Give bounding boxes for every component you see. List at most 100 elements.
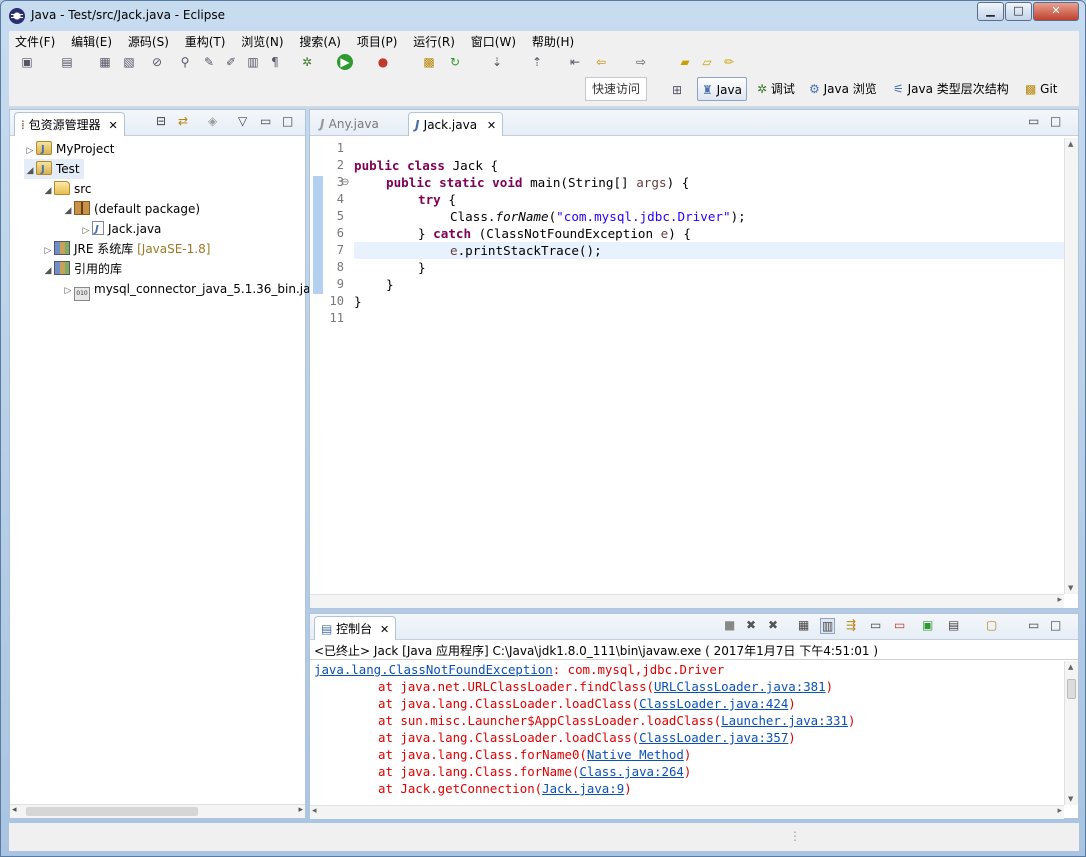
forward-icon[interactable]: ⇨ <box>633 54 649 70</box>
back-icon[interactable]: ⇦ <box>593 54 609 70</box>
last-edit-icon[interactable]: ⇤ <box>567 54 583 70</box>
fold-icon[interactable]: ⊖ <box>341 174 349 191</box>
scroll-right-icon[interactable]: ▸ <box>1057 806 1062 816</box>
scroll-right-icon[interactable]: ▸ <box>1057 595 1062 605</box>
tab-console[interactable]: ▤ 控制台 ✕ <box>314 616 397 640</box>
refresh-icon[interactable]: ↻ <box>447 54 463 70</box>
new-java-project-icon[interactable]: ▩ <box>421 54 437 70</box>
menu-navigate[interactable]: 浏览(N) <box>235 31 289 50</box>
focus-icon[interactable]: ◈ <box>208 114 217 128</box>
exception-link[interactable]: java.lang.ClassNotFoundException <box>314 662 553 677</box>
menu-source[interactable]: 源码(S) <box>122 31 175 50</box>
new-icon[interactable]: ▣ <box>19 54 35 70</box>
quick-access-input[interactable]: 快速访问 <box>585 77 647 101</box>
stack-frame-link[interactable]: URLClassLoader.java:381 <box>654 679 826 694</box>
tree-item-jre-library[interactable]: ▷ JRE 系统库 [JavaSE-1.8] <box>42 239 210 259</box>
tree-item-test[interactable]: ◢ Test <box>24 159 84 181</box>
stack-frame-link[interactable]: Launcher.java:331 <box>721 713 848 728</box>
debug-icon[interactable]: ✲ <box>299 54 315 70</box>
code-editor[interactable]: 1 2 3 ⊖ 4 5 6 7 8 9 10 11 public class J… <box>310 138 1078 608</box>
perspective-java-browse[interactable]: ⚙ Java 浏览 <box>809 77 877 101</box>
skip-breakpoints-icon[interactable]: ⊘ <box>149 54 165 70</box>
scroll-thumb[interactable] <box>26 807 198 816</box>
perspective-java-hierarchy[interactable]: ⚟ Java 类型层次结构 <box>893 77 1009 101</box>
scroll-left-icon[interactable]: ◂ <box>312 806 317 816</box>
editor-hscrollbar[interactable]: ▸ <box>310 594 1064 608</box>
expand-icon[interactable]: ▷ <box>42 241 54 261</box>
block-select-icon[interactable]: ▥ <box>245 54 261 70</box>
pen-icon[interactable]: ✏ <box>721 54 737 70</box>
close-window-button[interactable]: ✕ <box>1033 2 1079 21</box>
minimize-icon[interactable]: ▭ <box>1028 618 1039 632</box>
open-perspective-icon[interactable]: ⊞ <box>669 82 685 98</box>
close-icon[interactable]: ✕ <box>108 119 117 132</box>
save-all-icon[interactable]: ▧ <box>121 54 137 70</box>
show-on-stdout-icon[interactable]: ▭ <box>870 618 881 632</box>
console-output[interactable]: java.lang.ClassNotFoundException: com.my… <box>310 661 1064 804</box>
minimize-icon[interactable]: ▭ <box>1028 114 1039 128</box>
scroll-up-icon[interactable]: ▲ <box>1068 663 1073 671</box>
scroll-right-icon[interactable]: ▸ <box>298 805 303 815</box>
prev-annotation-icon[interactable]: ⇡ <box>529 54 545 70</box>
explorer-hscrollbar[interactable]: ◂ ▸ <box>10 804 305 818</box>
tree-item-default-package[interactable]: ◢ (default package) <box>62 199 200 219</box>
remove-all-launches-icon[interactable]: ✖ <box>768 618 778 632</box>
scroll-thumb[interactable] <box>1067 679 1076 699</box>
stack-frame-link[interactable]: Jack.java:9 <box>542 781 624 796</box>
pin-console-icon[interactable]: ▣ <box>922 618 933 632</box>
expand-icon[interactable]: ▷ <box>80 221 92 241</box>
save-icon[interactable]: ▦ <box>97 54 113 70</box>
menu-file[interactable]: 文件(F) <box>9 31 61 50</box>
menu-run[interactable]: 运行(R) <box>407 31 461 50</box>
brush-icon[interactable]: ✎ <box>201 54 217 70</box>
scroll-down-icon[interactable]: ▼ <box>1068 584 1073 592</box>
perspective-debug[interactable]: ✲ 调试 <box>757 77 795 101</box>
expand-icon[interactable]: ▷ <box>24 141 36 161</box>
run-icon[interactable]: ▶ <box>337 54 353 70</box>
tree-item-src[interactable]: ◢ src <box>42 179 92 199</box>
scroll-lock-icon[interactable]: ▥ <box>820 618 836 634</box>
collapse-icon[interactable]: ◢ <box>62 201 74 221</box>
stack-frame-link[interactable]: Class.java:264 <box>579 764 683 779</box>
console-hscrollbar[interactable]: ◂ ▸ <box>310 805 1064 819</box>
link-with-editor-icon[interactable]: ⇄ <box>178 114 188 128</box>
maximize-icon[interactable]: □ <box>1050 618 1061 632</box>
collapse-icon[interactable]: ◢ <box>42 181 54 201</box>
terminate-icon[interactable]: ■ <box>724 618 735 632</box>
search-icon[interactable]: ⚲ <box>177 54 193 70</box>
view-menu-icon[interactable]: ▽ <box>238 114 247 128</box>
menu-help[interactable]: 帮助(H) <box>526 31 580 50</box>
maximize-icon[interactable]: □ <box>1050 114 1061 128</box>
expand-icon[interactable]: ▷ <box>62 281 74 301</box>
collapse-all-icon[interactable]: ⊟ <box>156 114 166 128</box>
clear-console-icon[interactable]: ▦ <box>798 618 809 632</box>
tree-item-referenced-libraries[interactable]: ◢ 引用的库 <box>42 259 122 279</box>
open-folder-icon[interactable]: ▱ <box>699 54 715 70</box>
tree-item-myproject[interactable]: ▷ MyProject <box>24 139 115 161</box>
scroll-left-icon[interactable]: ◂ <box>12 805 17 815</box>
word-wrap-icon[interactable]: ⇶ <box>846 618 856 632</box>
tab-jack-java[interactable]: J Jack.java ✕ <box>408 112 504 136</box>
next-annotation-icon[interactable]: ⇣ <box>489 54 505 70</box>
new-package-icon[interactable]: ▤ <box>59 54 75 70</box>
editor-vscrollbar[interactable]: ▲ ▼ <box>1064 138 1078 594</box>
minimize-window-button[interactable]: ▁ <box>977 2 1004 21</box>
perspective-git[interactable]: ▩ Git <box>1025 77 1058 101</box>
tab-package-explorer[interactable]: ⁞ 包资源管理器 ✕ <box>14 112 125 136</box>
external-tools-icon[interactable]: ● <box>375 54 391 70</box>
scroll-down-icon[interactable]: ▼ <box>1068 795 1073 803</box>
stack-frame-link[interactable]: ClassLoader.java:357 <box>639 730 788 745</box>
perspective-java[interactable]: ♜ Java <box>697 77 747 101</box>
menu-edit[interactable]: 编辑(E) <box>65 31 118 50</box>
collapse-icon[interactable]: ◢ <box>24 161 36 181</box>
tree-item-mysql-jar[interactable]: ▷ 010 mysql_connector_java_5.1.36_bin.jar <box>62 279 315 301</box>
minimize-icon[interactable]: ▭ <box>260 114 271 128</box>
maximize-icon[interactable]: □ <box>282 114 293 128</box>
remove-launch-icon[interactable]: ✖ <box>746 618 756 632</box>
show-whitespace-icon[interactable]: ¶ <box>267 54 283 70</box>
close-icon[interactable]: ✕ <box>380 623 389 636</box>
open-type-icon[interactable]: ▰ <box>677 54 693 70</box>
menu-window[interactable]: 窗口(W) <box>465 31 522 50</box>
stack-frame-link[interactable]: ClassLoader.java:424 <box>639 696 788 711</box>
scroll-up-icon[interactable]: ▲ <box>1068 140 1073 148</box>
